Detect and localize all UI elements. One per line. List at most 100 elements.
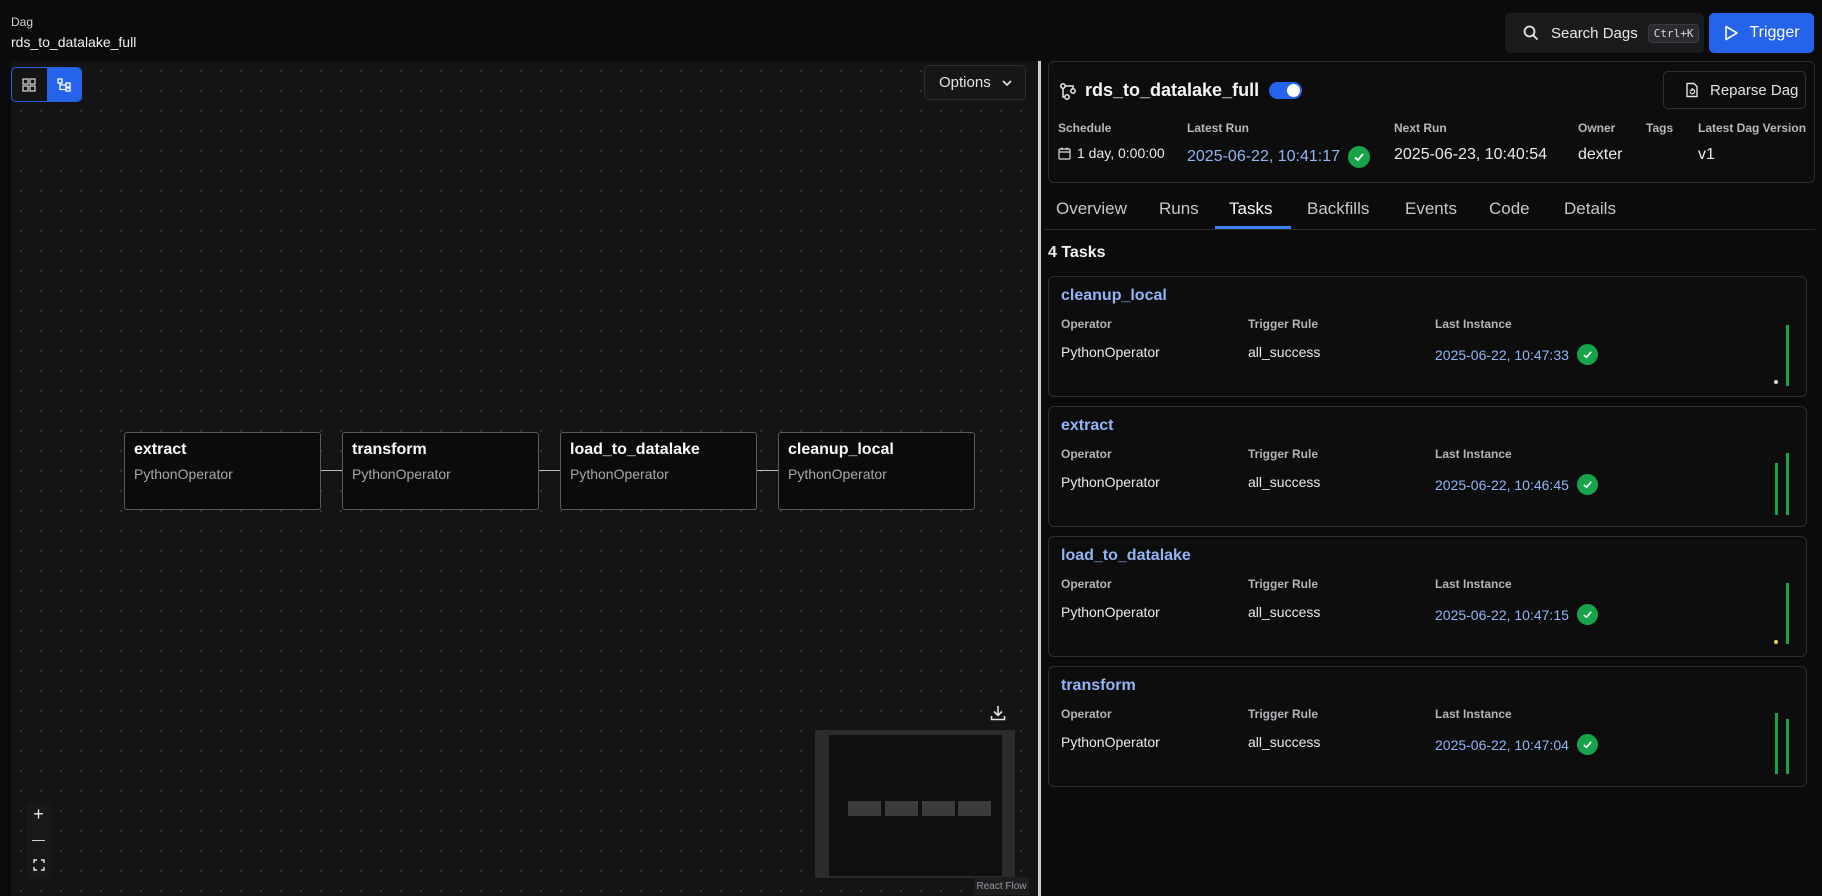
dag-pause-toggle[interactable]	[1269, 82, 1303, 99]
zoom-out-button[interactable]: —	[26, 827, 51, 852]
next-run-label: Next Run	[1394, 121, 1447, 135]
graph-edge	[757, 470, 778, 471]
operator-value: PythonOperator	[1061, 474, 1160, 490]
operator-value: PythonOperator	[1061, 734, 1160, 750]
graph-node-cleanup-local[interactable]: cleanup_local PythonOperator	[778, 432, 975, 510]
trigger-rule-value: all_success	[1248, 344, 1321, 360]
search-shortcut: Ctrl+K	[1647, 23, 1700, 43]
minimap-node	[958, 801, 991, 816]
tags-label: Tags	[1646, 121, 1674, 135]
minimap-node	[848, 801, 881, 816]
top-header: Dag rds_to_datalake_full Search Dags Ctr…	[0, 0, 1822, 60]
task-name-link[interactable]: transform	[1061, 677, 1136, 695]
tab-code[interactable]: Code	[1489, 199, 1530, 219]
tab-overview[interactable]: Overview	[1056, 199, 1127, 219]
graph-options-button[interactable]: Options	[924, 65, 1026, 100]
grid-icon	[22, 77, 36, 92]
tasks-count: 4 Tasks	[1048, 244, 1106, 261]
dag-icon	[1060, 82, 1076, 100]
zoom-controls: + —	[26, 802, 51, 879]
dag-version-label: Latest Dag Version	[1698, 121, 1807, 135]
task-name-link[interactable]: cleanup_local	[1061, 287, 1167, 305]
last-instance-value[interactable]: 2025-06-22, 10:47:33	[1435, 344, 1598, 365]
task-card-load-to-datalake: load_to_datalake Operator Trigger Rule L…	[1048, 536, 1807, 657]
graph-node-load-to-datalake[interactable]: load_to_datalake PythonOperator	[560, 432, 757, 510]
graph-edge	[539, 470, 560, 471]
success-check-icon	[1576, 734, 1598, 755]
dag-version-value: v1	[1698, 146, 1715, 163]
calendar-icon	[1058, 147, 1071, 160]
search-dags-button[interactable]: Search Dags Ctrl+K	[1505, 13, 1704, 53]
last-instance-link[interactable]: 2025-06-22, 10:47:04	[1435, 737, 1569, 753]
minimap-viewport[interactable]	[829, 735, 1002, 876]
trigger-button[interactable]: Trigger	[1709, 13, 1814, 53]
graph-icon	[57, 77, 71, 92]
run-duration-bar[interactable]	[1775, 463, 1778, 515]
last-instance-value[interactable]: 2025-06-22, 10:46:45	[1435, 474, 1598, 495]
latest-run-link[interactable]: 2025-06-22, 10:41:17	[1187, 148, 1340, 166]
graph-node-transform[interactable]: transform PythonOperator	[342, 432, 539, 510]
tab-events[interactable]: Events	[1405, 199, 1457, 219]
success-check-icon	[1348, 146, 1371, 168]
run-duration-bar[interactable]	[1786, 583, 1789, 644]
run-duration-dot	[1774, 640, 1778, 644]
zoom-in-button[interactable]: +	[26, 802, 51, 827]
trigger-rule-label: Trigger Rule	[1248, 577, 1319, 591]
last-instance-link[interactable]: 2025-06-22, 10:46:45	[1435, 477, 1569, 493]
schedule-label: Schedule	[1058, 121, 1112, 135]
success-check-icon	[1576, 604, 1598, 625]
operator-label: Operator	[1061, 707, 1112, 721]
owner-label: Owner	[1578, 121, 1616, 135]
trigger-rule-value: all_success	[1248, 734, 1321, 750]
node-operator: PythonOperator	[134, 466, 233, 482]
fit-view-button[interactable]	[26, 852, 51, 877]
trigger-rule-label: Trigger Rule	[1248, 707, 1319, 721]
tab-tasks[interactable]: Tasks	[1229, 199, 1272, 219]
react-flow-attribution[interactable]: React Flow	[974, 877, 1029, 895]
trigger-rule-value: all_success	[1248, 604, 1321, 620]
schedule-text: 1 day, 0:00:00	[1077, 145, 1165, 161]
active-tab-indicator	[1215, 226, 1291, 229]
download-icon	[990, 706, 1006, 721]
reparse-dag-button[interactable]: Reparse Dag	[1663, 71, 1806, 109]
task-card-extract: extract Operator Trigger Rule Last Insta…	[1048, 406, 1807, 527]
run-duration-bar[interactable]	[1775, 713, 1778, 774]
node-name: cleanup_local	[788, 441, 894, 458]
search-icon	[1523, 25, 1539, 41]
latest-run-value[interactable]: 2025-06-22, 10:41:17	[1187, 146, 1371, 168]
panel-resize-handle[interactable]	[1038, 61, 1041, 896]
tab-backfills[interactable]: Backfills	[1307, 199, 1369, 219]
dag-title-row: rds_to_datalake_full	[1059, 80, 1303, 101]
run-duration-bar[interactable]	[1786, 453, 1789, 515]
owner-value: dexter	[1578, 146, 1623, 163]
task-name-link[interactable]: load_to_datalake	[1061, 547, 1191, 565]
trigger-rule-label: Trigger Rule	[1248, 317, 1319, 331]
tab-runs[interactable]: Runs	[1159, 199, 1199, 219]
dag-tabs: Overview Runs Tasks Backfills Events Cod…	[1044, 190, 1815, 230]
task-card-transform: transform Operator Trigger Rule Last Ins…	[1048, 666, 1807, 787]
fit-view-icon	[32, 858, 45, 871]
operator-label: Operator	[1061, 317, 1112, 331]
run-duration-bar[interactable]	[1786, 325, 1789, 386]
last-instance-label: Last Instance	[1435, 707, 1512, 721]
last-instance-link[interactable]: 2025-06-22, 10:47:33	[1435, 347, 1569, 363]
dag-title: rds_to_datalake_full	[1085, 80, 1260, 100]
last-instance-link[interactable]: 2025-06-22, 10:47:15	[1435, 607, 1569, 623]
graph-node-extract[interactable]: extract PythonOperator	[124, 432, 321, 510]
breadcrumb-dag-name[interactable]: rds_to_datalake_full	[11, 34, 136, 50]
chevron-down-icon	[1002, 79, 1012, 86]
last-instance-value[interactable]: 2025-06-22, 10:47:04	[1435, 734, 1598, 755]
last-instance-value[interactable]: 2025-06-22, 10:47:15	[1435, 604, 1598, 625]
task-name-link[interactable]: extract	[1061, 417, 1113, 435]
tab-details[interactable]: Details	[1564, 199, 1616, 219]
minimap[interactable]	[815, 730, 1015, 878]
run-duration-bar[interactable]	[1786, 719, 1789, 774]
grid-view-button[interactable]	[12, 68, 47, 101]
download-image-button[interactable]	[989, 704, 1009, 724]
run-duration-dot	[1774, 380, 1778, 384]
minimap-node	[922, 801, 955, 816]
operator-value: PythonOperator	[1061, 344, 1160, 360]
graph-view-button[interactable]	[46, 68, 81, 101]
task-card-cleanup-local: cleanup_local Operator Trigger Rule Last…	[1048, 276, 1807, 397]
trigger-label: Trigger	[1749, 24, 1800, 41]
